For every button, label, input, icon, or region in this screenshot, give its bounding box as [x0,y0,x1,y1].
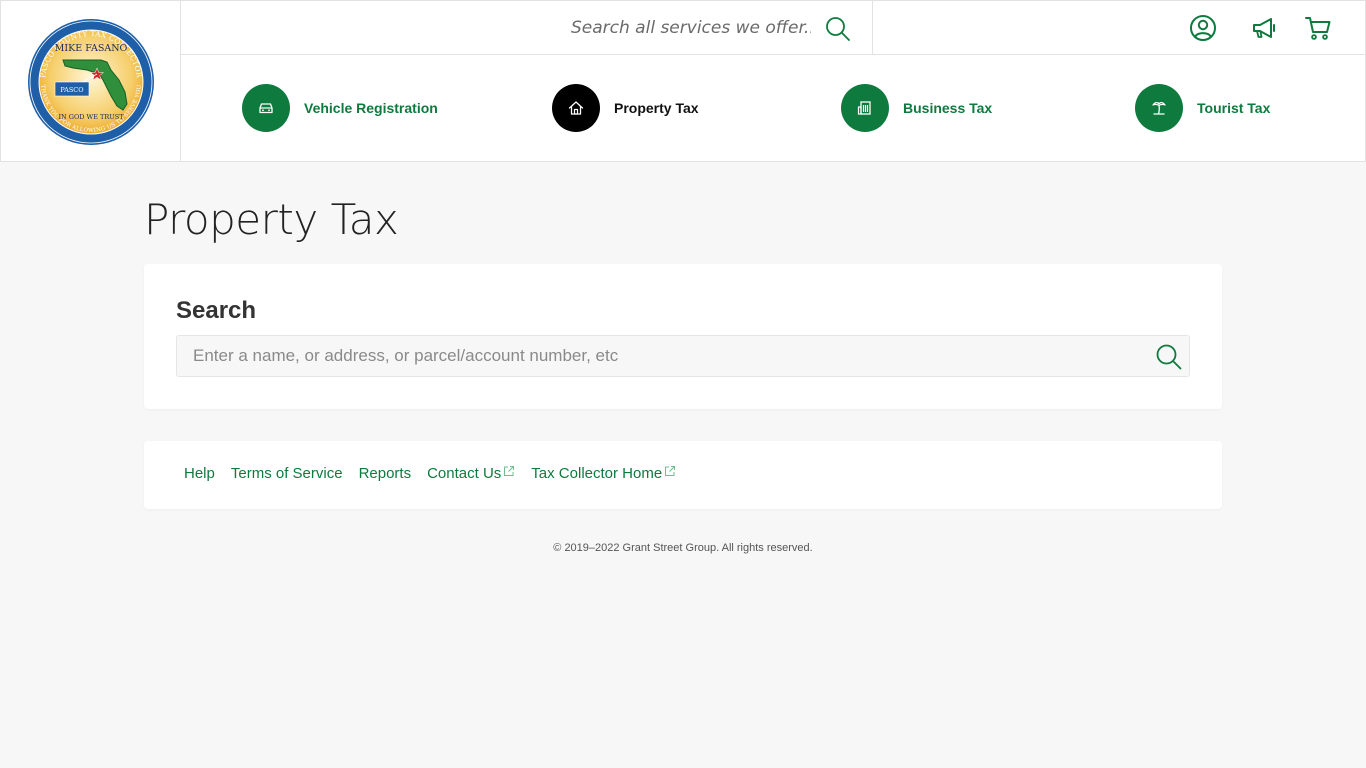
search-icon [1156,344,1182,370]
house-icon [568,101,584,115]
copyright-text: © 2019–2022 Grant Street Group. All righ… [553,542,813,554]
nav-label: Vehicle Registration [304,100,438,116]
property-search-box [176,335,1190,377]
footer-link-tax-collector-home[interactable]: Tax Collector Home [531,465,676,482]
nav-business-tax[interactable]: Business Tax [841,84,992,132]
footer-links: Help Terms of Service Reports Contact Us… [184,465,676,482]
site-header: PASCO COUNTY TAX COLLECTOR THANK YOU FOR… [0,0,1366,162]
utility-bar [181,1,1366,55]
search-heading: Search [176,297,257,324]
footer-link-contact-us[interactable]: Contact Us [427,465,515,482]
svg-text:IN GOD WE TRUST: IN GOD WE TRUST [58,113,124,121]
footer-link-help[interactable]: Help [184,465,215,482]
footer-link-label: Contact Us [427,465,502,482]
footer-link-label: Tax Collector Home [531,465,663,482]
nav-icon-circle [1135,84,1183,132]
service-nav: Vehicle Registration Property Tax Busine… [181,55,1366,162]
footer-links-card: Help Terms of Service Reports Contact Us… [144,441,1222,509]
logo-link[interactable]: PASCO COUNTY TAX COLLECTOR THANK YOU FOR… [1,1,181,162]
footer-link-reports[interactable]: Reports [359,465,412,482]
search-icon [826,17,850,41]
cart-icon [1305,17,1331,40]
nav-tourist-tax[interactable]: Tourist Tax [1135,84,1270,132]
car-icon [259,103,273,114]
nav-label: Business Tax [903,100,993,116]
nav-icon-circle [242,84,290,132]
external-link-icon [504,466,515,476]
account-icon [1190,15,1216,41]
page-title: Property Tax [144,195,399,244]
nav-label: Property Tax [614,100,699,116]
palm-tree-icon [1152,102,1166,115]
nav-label: Tourist Tax [1197,100,1271,116]
account-button[interactable] [1188,13,1218,43]
svg-text:PASCO: PASCO [60,86,83,94]
nav-vehicle-registration[interactable]: Vehicle Registration [242,84,438,132]
nav-property-tax[interactable]: Property Tax [552,84,699,132]
announcements-button[interactable] [1249,13,1279,43]
search-card: Search [144,264,1222,409]
service-search-button[interactable] [824,15,852,43]
service-search-input[interactable] [571,13,811,43]
property-search-input[interactable] [193,336,1143,376]
cart-button[interactable] [1303,13,1333,43]
external-link-icon [665,466,676,476]
footer-link-terms[interactable]: Terms of Service [231,465,343,482]
building-icon [857,101,871,115]
nav-icon-circle [552,84,600,132]
property-search-button[interactable] [1154,342,1184,372]
megaphone-icon [1253,18,1275,38]
county-seal-logo: PASCO COUNTY TAX COLLECTOR THANK YOU FOR… [27,18,154,145]
svg-text:MIKE FASANO: MIKE FASANO [54,43,127,54]
nav-icon-circle [841,84,889,132]
